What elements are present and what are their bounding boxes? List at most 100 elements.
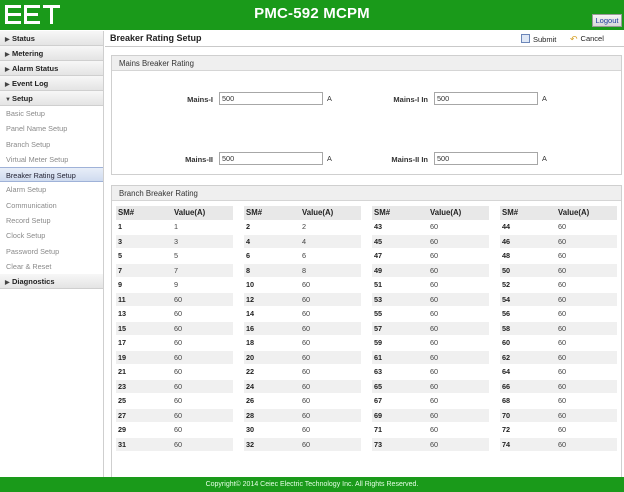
rating-value[interactable]: 60 xyxy=(299,307,310,322)
rating-value[interactable]: 8 xyxy=(299,264,306,279)
rating-value[interactable]: 60 xyxy=(427,307,438,322)
submit-button[interactable]: Submit xyxy=(521,34,556,44)
rating-value[interactable]: 60 xyxy=(171,438,182,453)
rating-value[interactable]: 60 xyxy=(555,351,566,366)
branch-row: 32 60 xyxy=(244,437,361,453)
rating-value[interactable]: 60 xyxy=(555,409,566,424)
rating-value[interactable]: 60 xyxy=(171,365,182,380)
rating-value[interactable]: 60 xyxy=(299,423,310,438)
mains-i-in-input[interactable]: 500 xyxy=(434,92,538,105)
submit-label: Submit xyxy=(533,35,557,44)
mains-ii-input[interactable]: 500 xyxy=(219,152,323,165)
sm-number: 54 xyxy=(502,294,511,304)
rating-value[interactable]: 60 xyxy=(555,394,566,409)
rating-value[interactable]: 3 xyxy=(171,235,178,250)
rating-value[interactable]: 60 xyxy=(171,336,182,351)
rating-value[interactable]: 60 xyxy=(171,380,182,395)
rating-value[interactable]: 1 xyxy=(171,220,178,235)
nav-clock-setup[interactable]: Clock Setup xyxy=(0,228,103,243)
rating-value[interactable]: 60 xyxy=(171,394,182,409)
rating-value[interactable]: 60 xyxy=(555,235,566,250)
rating-value[interactable]: 60 xyxy=(299,293,310,308)
rating-value[interactable]: 60 xyxy=(555,293,566,308)
main-content: Breaker Rating Setup Submit ↶ Cancel Main… xyxy=(105,31,624,477)
rating-value[interactable]: 60 xyxy=(427,235,438,250)
rating-value[interactable]: 60 xyxy=(171,322,182,337)
unit-label: A xyxy=(542,154,547,163)
rating-value[interactable]: 60 xyxy=(171,307,182,322)
rating-value[interactable]: 60 xyxy=(427,293,438,308)
rating-value[interactable]: 60 xyxy=(427,394,438,409)
nav-setup[interactable]: ▼Setup xyxy=(0,91,103,106)
rating-value[interactable]: 60 xyxy=(427,380,438,395)
rating-value[interactable]: 60 xyxy=(555,249,566,264)
rating-value[interactable]: 60 xyxy=(171,409,182,424)
rating-value[interactable]: 60 xyxy=(555,365,566,380)
rating-value[interactable]: 60 xyxy=(171,293,182,308)
rating-value[interactable]: 60 xyxy=(555,264,566,279)
branch-row: 45 60 xyxy=(372,234,489,250)
rating-value[interactable]: 60 xyxy=(427,220,438,235)
nav-communication[interactable]: Communication xyxy=(0,198,103,213)
rating-value[interactable]: 60 xyxy=(555,380,566,395)
rating-value[interactable]: 60 xyxy=(555,336,566,351)
nav-basic-setup[interactable]: Basic Setup xyxy=(0,106,103,121)
rating-value[interactable]: 60 xyxy=(427,264,438,279)
mains-ii-in-input[interactable]: 500 xyxy=(434,152,538,165)
nav-alarm-status[interactable]: ▶ Alarm Status xyxy=(0,61,103,76)
rating-value[interactable]: 60 xyxy=(555,423,566,438)
rating-value[interactable]: 60 xyxy=(299,336,310,351)
nav-password-setup[interactable]: Password Setup xyxy=(0,244,103,259)
nav-panel-name-setup[interactable]: Panel Name Setup xyxy=(0,121,103,136)
branch-row: 25 60 xyxy=(116,394,233,409)
rating-value[interactable]: 60 xyxy=(427,278,438,293)
nav-diagnostics[interactable]: ▶ Diagnostics xyxy=(0,274,103,290)
rating-value[interactable]: 60 xyxy=(427,351,438,366)
nav-record-setup[interactable]: Record Setup xyxy=(0,213,103,228)
branch-row: 51 60 xyxy=(372,278,489,293)
nav-event-log[interactable]: ▶ Event Log xyxy=(0,76,103,91)
rating-value[interactable]: 60 xyxy=(427,249,438,264)
nav-label: Metering xyxy=(12,49,44,58)
rating-value[interactable]: 60 xyxy=(299,394,310,409)
rating-value[interactable]: 60 xyxy=(427,322,438,337)
rating-value[interactable]: 60 xyxy=(299,278,310,293)
sm-number: 8 xyxy=(246,265,251,275)
rating-value[interactable]: 60 xyxy=(427,409,438,424)
rating-value[interactable]: 60 xyxy=(171,351,182,366)
rating-value[interactable]: 4 xyxy=(299,235,306,250)
rating-value[interactable]: 60 xyxy=(299,409,310,424)
rating-value[interactable]: 60 xyxy=(299,351,310,366)
nav-clear-reset[interactable]: Clear & Reset xyxy=(0,259,103,274)
rating-value[interactable]: 60 xyxy=(299,365,310,380)
nav-status[interactable]: ▶ Status xyxy=(0,31,103,46)
rating-value[interactable]: 60 xyxy=(555,322,566,337)
nav-breaker-rating-setup[interactable]: Breaker Rating Setup xyxy=(0,167,103,183)
rating-value[interactable]: 60 xyxy=(299,380,310,395)
rating-value[interactable]: 5 xyxy=(171,249,178,264)
rating-value[interactable]: 60 xyxy=(299,322,310,337)
nav-branch-setup[interactable]: Branch Setup xyxy=(0,137,103,152)
rating-value[interactable]: 60 xyxy=(555,307,566,322)
rating-value[interactable]: 7 xyxy=(171,264,178,279)
rating-value[interactable]: 60 xyxy=(299,438,310,453)
rating-value[interactable]: 60 xyxy=(171,423,182,438)
cancel-button[interactable]: ↶ Cancel xyxy=(570,34,604,45)
rating-value[interactable]: 60 xyxy=(555,220,566,235)
rating-value[interactable]: 60 xyxy=(427,336,438,351)
logout-button[interactable]: Logout xyxy=(592,14,622,27)
rating-value[interactable]: 60 xyxy=(427,438,438,453)
sm-number: 57 xyxy=(374,323,383,333)
rating-value[interactable]: 6 xyxy=(299,249,306,264)
rating-value[interactable]: 60 xyxy=(555,278,566,293)
nav-alarm-setup[interactable]: Alarm Setup xyxy=(0,182,103,197)
rating-value[interactable]: 60 xyxy=(427,423,438,438)
nav-virtual-meter-setup[interactable]: Virtual Meter Setup xyxy=(0,152,103,167)
mains-i-input[interactable]: 500 xyxy=(219,92,323,105)
rating-value[interactable]: 2 xyxy=(299,220,306,235)
nav-metering[interactable]: ▶ Metering xyxy=(0,46,103,61)
rating-value[interactable]: 9 xyxy=(171,278,178,293)
rating-value[interactable]: 60 xyxy=(555,438,566,453)
undo-icon: ↶ xyxy=(570,34,578,44)
rating-value[interactable]: 60 xyxy=(427,365,438,380)
